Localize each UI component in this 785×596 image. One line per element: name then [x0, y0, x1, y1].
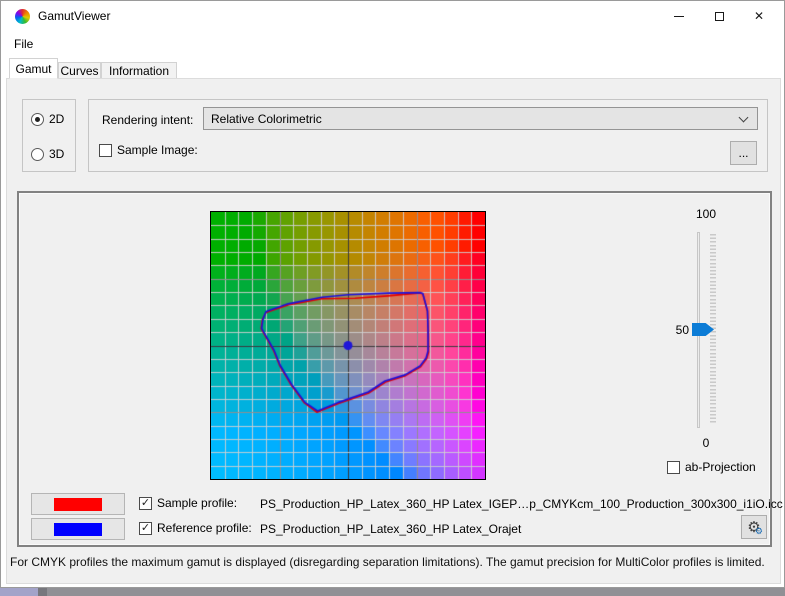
radio-3d[interactable]	[31, 148, 44, 161]
taskbar-segment	[0, 588, 38, 596]
radio-row-2d[interactable]: 2D	[31, 112, 64, 126]
radio-2d[interactable]	[31, 113, 44, 126]
rendering-intent-value: Relative Colorimetric	[211, 112, 322, 126]
sample-swatch	[54, 498, 102, 511]
gamut-plot	[210, 211, 486, 480]
sample-image-row: Sample Image:	[99, 143, 198, 157]
tab-curves[interactable]: Curves	[58, 62, 101, 79]
maximize-icon	[715, 12, 724, 21]
reference-profile-name: PS_Production_HP_Latex_360_HP Latex_Oraj…	[260, 522, 521, 536]
slider-min-label: 0	[692, 436, 720, 450]
minimize-icon	[674, 16, 684, 17]
title-bar: GamutViewer ✕	[1, 1, 784, 31]
menu-bar: File	[1, 31, 784, 57]
taskbar-sliver	[0, 588, 785, 596]
app-icon	[15, 9, 30, 24]
ab-projection-checkbox[interactable]	[667, 461, 680, 474]
settings-button[interactable]: ⚙ ⚙	[741, 515, 767, 539]
sample-image-checkbox[interactable]	[99, 144, 112, 157]
chevron-down-icon	[739, 113, 749, 123]
ab-projection-row: ab-Projection	[667, 460, 756, 474]
gear-small-icon: ⚙	[755, 527, 763, 536]
reference-profile-row: ✓ Reference profile:	[139, 521, 252, 535]
sample-profile-name: PS_Production_HP_Latex_360_HP Latex_IGEP…	[260, 497, 783, 511]
rendering-intent-label: Rendering intent:	[102, 113, 193, 127]
menu-file[interactable]: File	[10, 36, 37, 52]
reference-profile-label: Reference profile:	[157, 521, 252, 535]
options-group: Rendering intent: Relative Colorimetric …	[88, 99, 768, 172]
reference-swatch	[54, 523, 102, 536]
tab-information[interactable]: Information	[101, 62, 177, 79]
window-title: GamutViewer	[38, 9, 110, 23]
sample-image-label: Sample Image:	[117, 143, 198, 157]
gamut-tab-page: 2D 3D Rendering intent: Relative Colorim…	[6, 78, 781, 584]
ab-projection-label: ab-Projection	[685, 460, 756, 474]
close-button[interactable]: ✕	[742, 1, 776, 31]
gamut-panel: 100 50 0 ab-Projection ✓ Sample profile:	[17, 191, 772, 547]
minimize-button[interactable]	[662, 1, 696, 31]
sample-profile-checkbox[interactable]: ✓	[139, 497, 152, 510]
slider-max-label: 100	[690, 207, 722, 221]
browse-button[interactable]: ...	[730, 141, 757, 165]
sample-color-button[interactable]	[31, 493, 125, 515]
close-icon: ✕	[754, 10, 764, 22]
rendering-intent-select[interactable]: Relative Colorimetric	[203, 107, 758, 130]
taskbar-divider	[38, 588, 47, 596]
radio-row-3d[interactable]: 3D	[31, 147, 64, 161]
sample-profile-row: ✓ Sample profile:	[139, 496, 237, 510]
view-mode-group: 2D 3D	[22, 99, 76, 172]
gamutviewer-window: GamutViewer ✕ File Gamut Curves Informat…	[0, 0, 785, 588]
reference-color-button[interactable]	[31, 518, 125, 540]
screen: GamutViewer ✕ File Gamut Curves Informat…	[0, 0, 785, 596]
gamut-canvas	[211, 212, 485, 479]
radio-2d-label: 2D	[49, 112, 64, 126]
reference-profile-checkbox[interactable]: ✓	[139, 522, 152, 535]
radio-3d-label: 3D	[49, 147, 64, 161]
maximize-button[interactable]	[702, 1, 736, 31]
tab-gamut[interactable]: Gamut	[9, 58, 58, 79]
sample-profile-label: Sample profile:	[157, 496, 237, 510]
slider-mid-label: 50	[665, 323, 689, 337]
status-text: For CMYK profiles the maximum gamut is d…	[10, 555, 770, 569]
